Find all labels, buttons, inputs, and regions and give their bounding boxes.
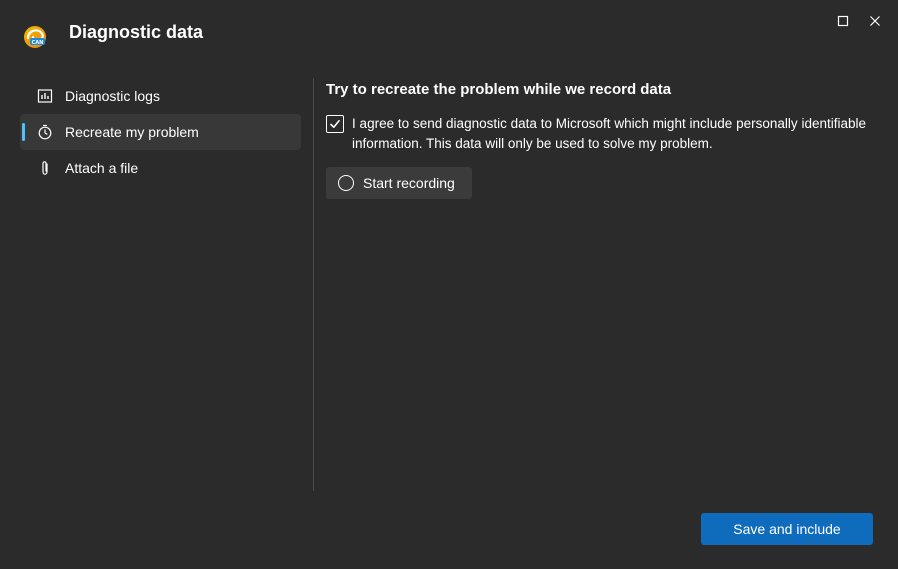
title-bar: CAN Diagnostic data xyxy=(0,0,898,66)
sidebar-item-label: Recreate my problem xyxy=(65,124,199,140)
close-button[interactable] xyxy=(864,10,886,32)
bar-chart-icon xyxy=(36,87,54,105)
sidebar-item-diagnostic-logs[interactable]: Diagnostic logs xyxy=(20,78,301,114)
stopwatch-icon xyxy=(36,123,54,141)
paperclip-icon xyxy=(36,159,54,177)
maximize-icon xyxy=(837,15,849,27)
start-recording-label: Start recording xyxy=(363,175,455,191)
save-and-include-button[interactable]: Save and include xyxy=(701,513,873,545)
sidebar-item-attach-a-file[interactable]: Attach a file xyxy=(20,150,301,186)
section-heading: Try to recreate the problem while we rec… xyxy=(326,81,672,98)
consent-checkbox[interactable] xyxy=(326,115,344,133)
start-recording-button[interactable]: Start recording xyxy=(326,167,472,199)
radio-circle-icon xyxy=(338,175,354,191)
svg-text:CAN: CAN xyxy=(32,40,44,46)
sidebar-item-recreate-my-problem[interactable]: Recreate my problem xyxy=(20,114,301,150)
maximize-button[interactable] xyxy=(832,10,854,32)
edge-canary-logo-icon: CAN xyxy=(24,26,46,48)
sidebar-nav: Diagnostic logs Recreate my problem Atta xyxy=(20,78,301,186)
vertical-divider xyxy=(313,78,314,491)
diagnostic-data-window: CAN Diagnostic data Diagnostic logs Recr… xyxy=(0,0,898,569)
main-panel: Try to recreate the problem while we rec… xyxy=(326,78,866,199)
selected-indicator xyxy=(22,123,25,141)
sidebar-item-label: Diagnostic logs xyxy=(65,88,160,104)
consent-text: I agree to send diagnostic data to Micro… xyxy=(352,116,866,151)
window-title: Diagnostic data xyxy=(69,22,204,42)
sidebar-item-label: Attach a file xyxy=(65,160,139,176)
save-and-include-label: Save and include xyxy=(733,521,841,537)
consent-row: I agree to send diagnostic data to Micro… xyxy=(326,114,866,154)
close-icon xyxy=(870,16,880,26)
checkmark-icon xyxy=(330,120,340,128)
